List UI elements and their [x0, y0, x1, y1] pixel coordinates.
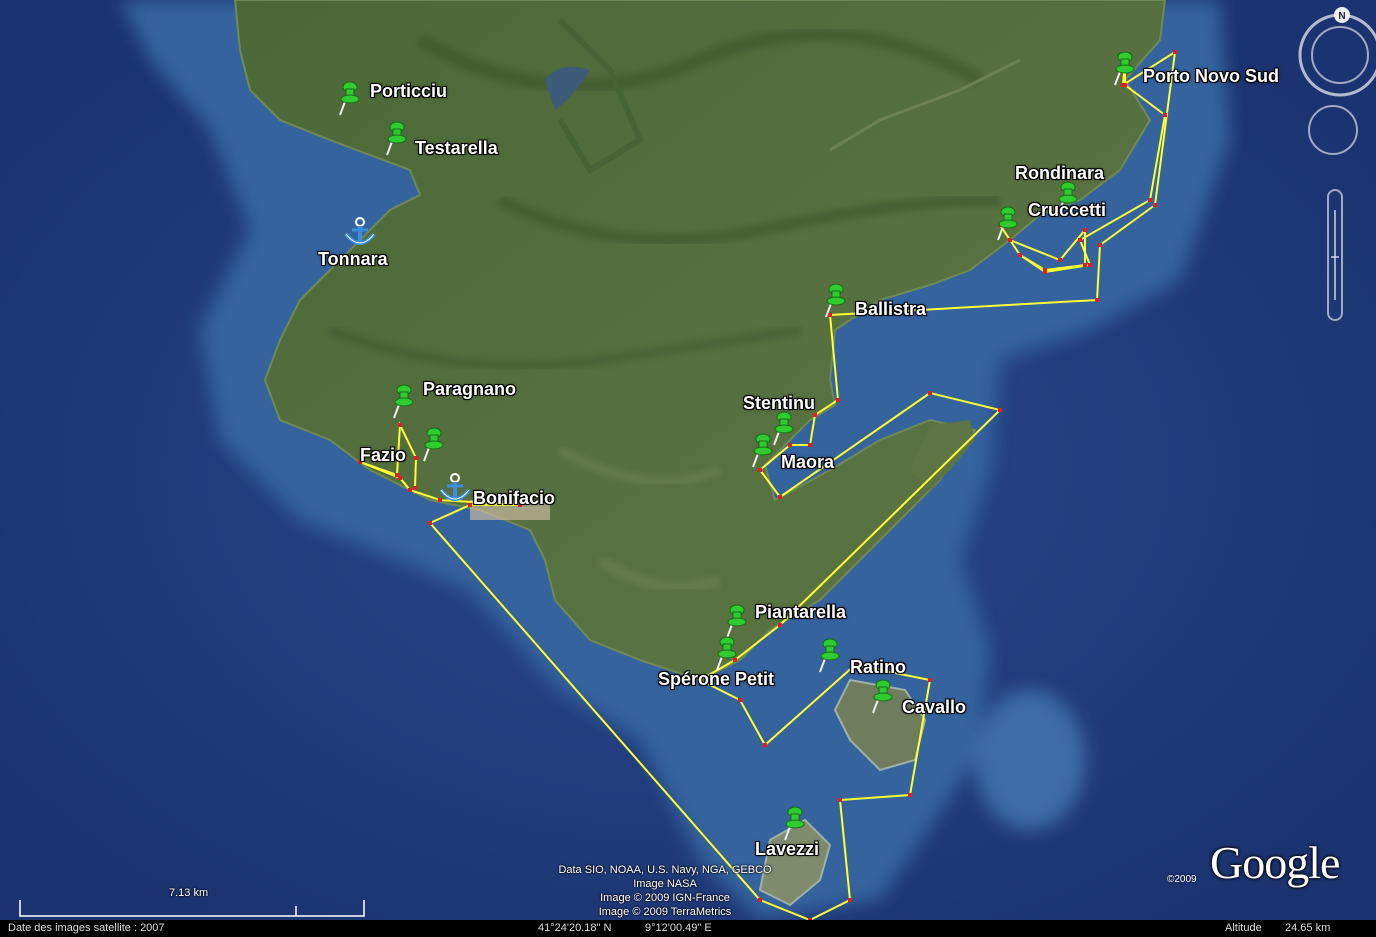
route-waypoint[interactable] — [1098, 243, 1102, 247]
route-waypoint[interactable] — [808, 443, 812, 447]
placemark-label[interactable]: Fazio — [360, 446, 406, 464]
route-waypoint[interactable] — [1078, 238, 1082, 242]
longitude-readout: 9°12'00.49" E — [645, 922, 712, 934]
route-waypoint[interactable] — [1123, 83, 1127, 87]
zoom-slider[interactable] — [1327, 189, 1343, 321]
route-waypoint[interactable] — [1148, 198, 1152, 202]
imagery-copyright: Data SIO, NOAA, U.S. Navy, NGA, GEBCO Im… — [540, 863, 790, 919]
imagery-date: Date des images satellite : 2007 — [8, 922, 165, 934]
route-waypoint[interactable] — [738, 698, 742, 702]
placemark-label[interactable]: Rondinara — [1015, 164, 1104, 182]
copyright-line: Image NASA — [633, 878, 697, 890]
placemark-label[interactable]: Paragnano — [423, 380, 516, 398]
route-waypoint[interactable] — [998, 408, 1002, 412]
route-waypoint[interactable] — [928, 391, 932, 395]
placemark-label[interactable]: Testarella — [415, 139, 498, 157]
route-waypoint[interactable] — [838, 798, 842, 802]
route-waypoint[interactable] — [1095, 298, 1099, 302]
route-waypoint[interactable] — [413, 486, 417, 490]
copyright-line: Image © 2009 IGN-France — [600, 892, 730, 904]
placemark-label[interactable]: Cruccetti — [1028, 201, 1106, 219]
placemark-label[interactable]: Lavezzi — [755, 840, 819, 858]
placemark-label[interactable]: Tonnara — [318, 250, 388, 268]
placemark-label[interactable]: Spérone Petit — [658, 670, 774, 688]
scale-bar — [19, 900, 365, 917]
route-waypoint[interactable] — [408, 488, 412, 492]
route-waypoint[interactable] — [398, 423, 402, 427]
google-logo: Google — [1210, 837, 1340, 888]
altitude-readout: 24.65 km — [1285, 922, 1331, 934]
status-bar: Date des images satellite : 2007 41°24'2… — [0, 920, 1376, 937]
altitude-label: Altitude — [1225, 922, 1262, 934]
placemark-label[interactable]: Ballistra — [855, 300, 926, 318]
placemark-label[interactable]: Maora — [781, 453, 834, 471]
copyright-line: Image © 2009 TerraMetrics — [598, 906, 732, 918]
map-viewport[interactable]: N Data SIO, NOAA, U.S. Navy, NGA, GEBCO … — [0, 0, 1376, 937]
route-waypoint[interactable] — [848, 898, 852, 902]
route-waypoint[interactable] — [1058, 258, 1062, 262]
route-waypoint[interactable] — [428, 521, 432, 525]
route-waypoint[interactable] — [763, 743, 767, 747]
copyright-line: Data SIO, NOAA, U.S. Navy, NGA, GEBCO — [558, 864, 772, 876]
latitude-readout: 41°24'20.18" N — [538, 922, 612, 934]
route-waypoint[interactable] — [1173, 50, 1177, 54]
logo-year: ©2009 — [1167, 874, 1197, 885]
placemark-label[interactable]: Porticciu — [370, 82, 447, 100]
route-waypoint[interactable] — [468, 503, 472, 507]
route-waypoint[interactable] — [733, 658, 737, 662]
compass-ring[interactable]: N — [1298, 7, 1376, 97]
navigation-controls[interactable]: N — [1290, 5, 1376, 335]
look-joystick[interactable] — [1308, 105, 1358, 155]
route-waypoint[interactable] — [813, 413, 817, 417]
placemark-label[interactable]: Porto Novo Sud — [1143, 67, 1279, 85]
placemark-label[interactable]: Piantarella — [755, 603, 846, 621]
route-waypoint[interactable] — [908, 793, 912, 797]
compass-north-label: N — [1338, 11, 1345, 22]
route-waypoint[interactable] — [836, 398, 840, 402]
route-waypoint[interactable] — [828, 313, 832, 317]
route-waypoint[interactable] — [928, 678, 932, 682]
route-waypoint[interactable] — [438, 498, 442, 502]
route-waypoint[interactable] — [778, 623, 782, 627]
placemark-label[interactable]: Stentinu — [743, 394, 815, 412]
route-waypoint[interactable] — [1018, 253, 1022, 257]
route-waypoint[interactable] — [1008, 238, 1012, 242]
route-waypoint[interactable] — [1043, 268, 1047, 272]
placemark-label[interactable]: Cavallo — [902, 698, 966, 716]
satellite-map[interactable] — [0, 0, 1376, 937]
route-waypoint[interactable] — [1083, 228, 1087, 232]
route-waypoint[interactable] — [788, 443, 792, 447]
route-waypoint[interactable] — [395, 473, 399, 477]
route-waypoint[interactable] — [1153, 203, 1157, 207]
placemark-label[interactable]: Ratino — [850, 658, 906, 676]
route-waypoint[interactable] — [778, 495, 782, 499]
route-waypoint[interactable] — [1088, 263, 1092, 267]
route-waypoint[interactable] — [1163, 113, 1167, 117]
route-waypoint[interactable] — [414, 456, 418, 460]
route-waypoint[interactable] — [758, 468, 762, 472]
route-waypoint[interactable] — [1083, 263, 1087, 267]
placemark-label[interactable]: Bonifacio — [473, 489, 555, 507]
